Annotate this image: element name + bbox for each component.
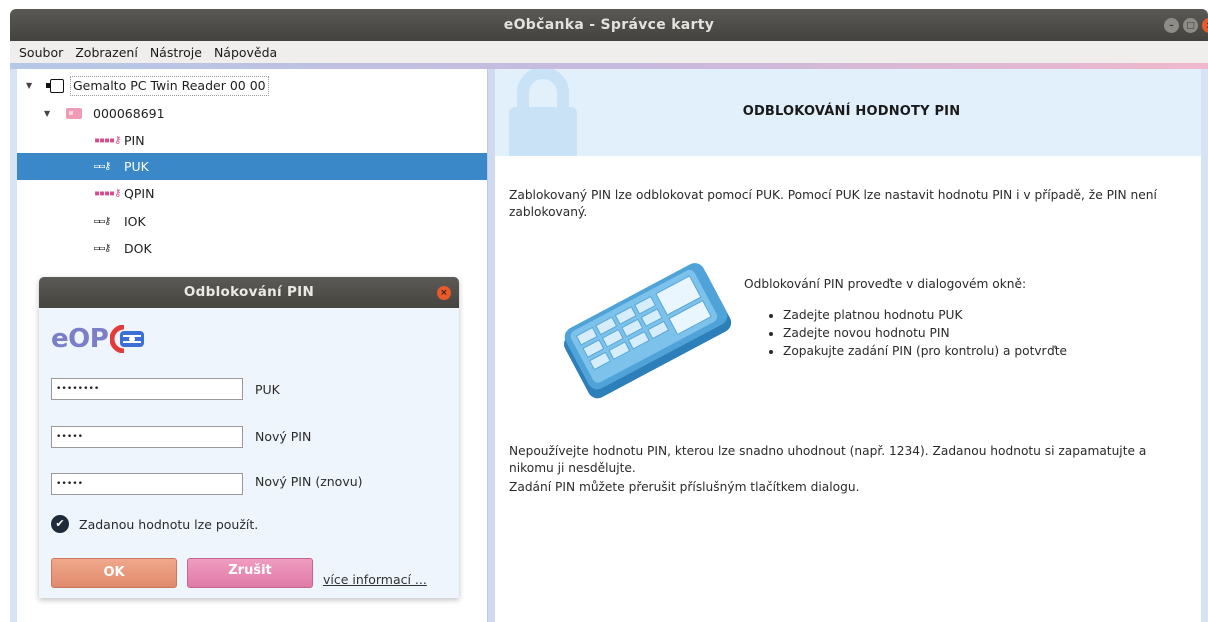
intro-text: Zablokovaný PIN lze odblokovat pomocí PU…	[509, 188, 1157, 219]
key-icon: ▭▭⚷	[94, 161, 111, 172]
dialog-title: Odblokování PIN	[183, 284, 315, 300]
tree-item-puk[interactable]: ▭▭⚷ PUK	[17, 153, 487, 180]
validation-status: ✔ Zadanou hodnotu lze použít.	[51, 515, 258, 533]
unblock-pin-dialog: Odblokování PIN × eOP •••••••• PUK •••••…	[39, 277, 459, 598]
key-icon: ▪▪▪▪⚷	[94, 135, 121, 146]
dialog-titlebar: Odblokování PIN ×	[39, 277, 459, 308]
logo-text: eOP	[51, 324, 109, 354]
check-icon: ✔	[51, 515, 69, 533]
instructions-title: Odblokování PIN proveďte v dialogovém ok…	[744, 277, 1027, 291]
menu-soubor[interactable]: Soubor	[10, 45, 69, 60]
puk-label: PUK	[255, 382, 280, 397]
cancel-button[interactable]: Zrušit	[187, 558, 313, 588]
instruction-list: Zadejte platnou hodnotu PUK Zadejte novo…	[765, 306, 1067, 360]
keypad-illustration	[564, 263, 732, 399]
warning-text: Nepoužívejte hodnotu PIN, kterou lze sna…	[509, 444, 1147, 475]
maximize-button[interactable]: □	[1183, 18, 1198, 33]
new-pin-field[interactable]: •••••	[51, 426, 243, 448]
tree-item-label: PIN	[124, 133, 145, 148]
menu-zobrazeni[interactable]: Zobrazení	[69, 45, 144, 60]
page-title: ODBLOKOVÁNÍ HODNOTY PIN	[742, 104, 961, 119]
dialog-close-icon[interactable]: ×	[437, 286, 451, 300]
more-info-link[interactable]: více informací ...	[323, 572, 427, 587]
ok-button[interactable]: OK	[51, 558, 177, 588]
content-panel: ODBLOKOVÁNÍ HODNOTY PIN Zablokovaný PIN …	[495, 69, 1208, 622]
key-icon: ▭▭⚷	[94, 216, 111, 227]
window-titlebar: eObčanka - Správce karty – □ ×	[10, 9, 1208, 41]
tree-item-qpin[interactable]: ▪▪▪▪⚷ QPIN	[22, 180, 485, 207]
key-icon: ▪▪▪▪⚷	[94, 188, 121, 199]
eop-logo: eOP	[51, 324, 146, 354]
header-banner: ODBLOKOVÁNÍ HODNOTY PIN	[495, 69, 1208, 156]
left-border	[10, 69, 17, 622]
list-item: Zadejte novou hodnotu PIN	[783, 324, 1067, 342]
tree-item-iok[interactable]: ▭▭⚷ IOK	[22, 208, 485, 235]
list-item: Zopakujte zadání PIN (pro kontrolu) a po…	[783, 342, 1067, 360]
tree-card-label: 000068691	[93, 106, 165, 121]
menu-bar: Soubor Zobrazení Nástroje Nápověda	[10, 41, 1208, 64]
list-item: Zadejte platnou hodnotu PUK	[783, 306, 1067, 324]
note-text: Zadání PIN můžete přerušit příslušným tl…	[509, 480, 860, 494]
tree-item-dok[interactable]: ▭▭⚷ DOK	[22, 235, 485, 262]
window-title: eObčanka - Správce karty	[503, 17, 715, 33]
collapse-arrow-icon[interactable]: ▼	[26, 81, 32, 90]
tree-item-label: PUK	[124, 159, 149, 174]
menu-napoveda[interactable]: Nápověda	[208, 45, 283, 60]
repeat-pin-field[interactable]: •••••	[51, 473, 243, 495]
collapse-arrow-icon[interactable]: ▼	[44, 109, 50, 118]
tree-reader-label: Gemalto PC Twin Reader 00 00	[70, 75, 269, 96]
card-reader-icon	[46, 78, 64, 93]
right-border	[1201, 69, 1208, 622]
tree-item-card[interactable]: ▼ 000068691	[22, 100, 485, 127]
smart-card-icon	[66, 108, 82, 119]
tree-item-label: DOK	[124, 241, 152, 256]
new-pin-label: Nový PIN	[255, 429, 312, 444]
minimize-button[interactable]: –	[1164, 18, 1179, 33]
puk-field[interactable]: ••••••••	[51, 378, 243, 400]
repeat-pin-label: Nový PIN (znovu)	[255, 474, 363, 489]
key-icon: ▭▭⚷	[94, 243, 111, 254]
tree-item-label: IOK	[124, 214, 146, 229]
eop-logo-mark-icon	[110, 325, 145, 353]
tree-item-label: QPIN	[124, 186, 155, 201]
validation-text: Zadanou hodnotu lze použít.	[79, 516, 259, 532]
menu-nastroje[interactable]: Nástroje	[144, 45, 208, 60]
tree-item-reader[interactable]: ▼ Gemalto PC Twin Reader 00 00	[22, 72, 485, 99]
tree-item-pin[interactable]: ▪▪▪▪⚷ PIN	[22, 127, 485, 154]
